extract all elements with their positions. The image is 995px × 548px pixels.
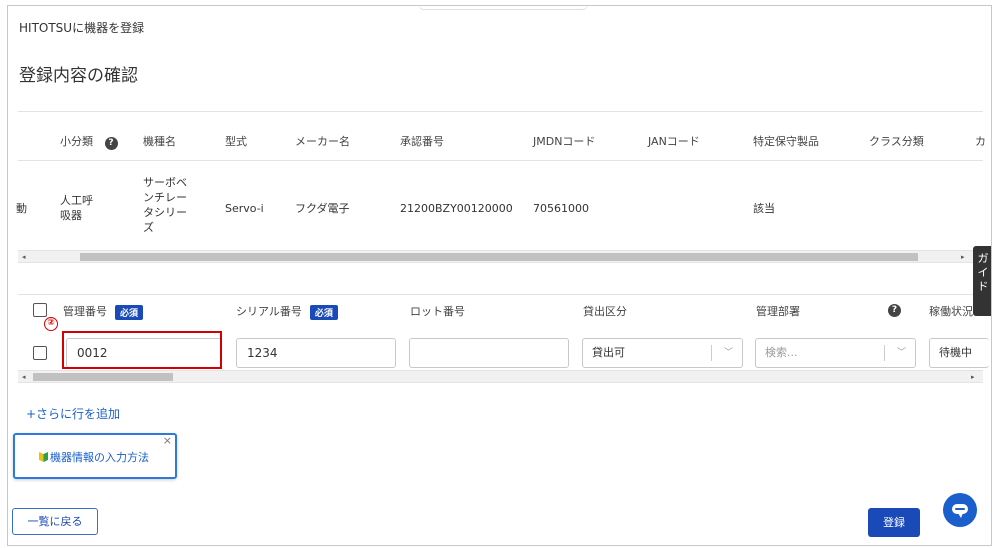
cell-model-name: サーボベンチレータシリーズ bbox=[143, 176, 187, 234]
app-frame: HITOTSUに機器を登録 登録内容の確認 小分類 ? 機種名 型式 メーカー名… bbox=[7, 5, 992, 546]
header-jmdn: JMDNコード bbox=[533, 135, 596, 148]
scroll-right-arrow[interactable]: ▸ bbox=[961, 251, 965, 263]
chat-button[interactable] bbox=[943, 493, 977, 527]
register-button[interactable]: 登録 bbox=[868, 508, 920, 537]
scroll-thumb[interactable] bbox=[80, 253, 918, 261]
guide-popup: × 機器情報の入力方法 bbox=[13, 433, 177, 479]
dept-placeholder: 検索... bbox=[765, 346, 798, 359]
cell-approval: 21200BZY00120000 bbox=[400, 202, 513, 215]
serial-table-scrollbar[interactable]: ◂ ▸ bbox=[18, 370, 983, 383]
cell-jmdn: 70561000 bbox=[533, 202, 589, 215]
page-title: 登録内容の確認 bbox=[19, 66, 138, 86]
header-serial-no: シリアル番号 必須 bbox=[236, 303, 338, 320]
header-class: クラス分類 bbox=[869, 135, 924, 148]
chat-icon bbox=[952, 504, 968, 518]
annotation-marker: ② bbox=[44, 317, 58, 331]
header-truncated: カ bbox=[975, 135, 986, 148]
required-badge: 必須 bbox=[309, 304, 338, 320]
device-table-header: 小分類 ? 機種名 型式 メーカー名 承認番号 JMDNコード JANコード 特… bbox=[18, 111, 986, 161]
header-maker: メーカー名 bbox=[295, 135, 350, 148]
header-approval: 承認番号 bbox=[400, 135, 444, 148]
device-table-scrollbar[interactable]: ◂ ▸ bbox=[18, 250, 973, 263]
close-icon[interactable]: × bbox=[163, 434, 172, 447]
cell-special: 該当 bbox=[753, 202, 775, 215]
header-status: 稼働状況 bbox=[929, 305, 973, 318]
select-divider bbox=[884, 345, 885, 361]
header-model-type: 型式 bbox=[225, 135, 247, 148]
row-checkbox[interactable] bbox=[33, 346, 47, 360]
scroll-right-arrow[interactable]: ▸ bbox=[971, 371, 975, 383]
device-table-row: 動 人工呼吸器 サーボベンチレータシリーズ Servo-i フクダ電子 2120… bbox=[16, 161, 983, 254]
select-divider bbox=[711, 345, 712, 361]
breadcrumb: HITOTSUに機器を登録 bbox=[19, 21, 145, 35]
status-select[interactable]: 待機中 bbox=[929, 338, 989, 368]
status-value: 待機中 bbox=[939, 346, 972, 359]
header-dept: 管理部署 bbox=[756, 305, 800, 318]
serial-no-input[interactable]: 1234 bbox=[236, 338, 396, 368]
chevron-down-icon: ﹀ bbox=[896, 348, 906, 358]
header-lend: 貸出区分 bbox=[583, 305, 627, 318]
required-badge: 必須 bbox=[115, 304, 144, 320]
cell-model-type: Servo-i bbox=[225, 202, 264, 215]
dept-select[interactable]: 検索... ﹀ bbox=[755, 338, 916, 368]
scroll-left-arrow[interactable]: ◂ bbox=[22, 371, 26, 383]
header-special: 特定保守製品 bbox=[753, 135, 819, 148]
header-mgmt-no: 管理番号 必須 bbox=[63, 303, 144, 320]
lend-select[interactable]: 貸出可 ﹀ bbox=[582, 338, 743, 368]
help-icon[interactable]: ? bbox=[888, 304, 901, 317]
header-jan: JANコード bbox=[648, 135, 700, 148]
top-tab-decoration bbox=[418, 6, 588, 10]
lend-value: 貸出可 bbox=[592, 346, 625, 359]
select-all-checkbox[interactable] bbox=[33, 303, 47, 317]
cell-maker: フクダ電子 bbox=[295, 202, 350, 215]
header-model-name: 機種名 bbox=[143, 135, 176, 148]
back-to-list-button[interactable]: 一覧に戻る bbox=[12, 508, 98, 535]
header-subcategory: 小分類 ? bbox=[60, 133, 118, 150]
cell-subcategory: 人工呼吸器 bbox=[60, 194, 93, 222]
beginner-mark-icon bbox=[39, 452, 48, 462]
header-lot-no: ロット番号 bbox=[410, 305, 465, 318]
help-icon[interactable]: ? bbox=[104, 137, 118, 150]
scroll-left-arrow[interactable]: ◂ bbox=[22, 251, 26, 263]
cell-lead: 動 bbox=[16, 202, 27, 215]
guide-side-tab[interactable]: ガイド bbox=[973, 246, 991, 316]
scroll-thumb[interactable] bbox=[33, 373, 173, 381]
chevron-down-icon: ﹀ bbox=[723, 348, 733, 358]
guide-link[interactable]: 機器情報の入力方法 bbox=[50, 449, 149, 465]
annotation-highlight-box bbox=[62, 331, 222, 369]
add-row-link[interactable]: +さらに行を追加 bbox=[26, 405, 120, 422]
lot-no-input[interactable] bbox=[409, 338, 569, 368]
